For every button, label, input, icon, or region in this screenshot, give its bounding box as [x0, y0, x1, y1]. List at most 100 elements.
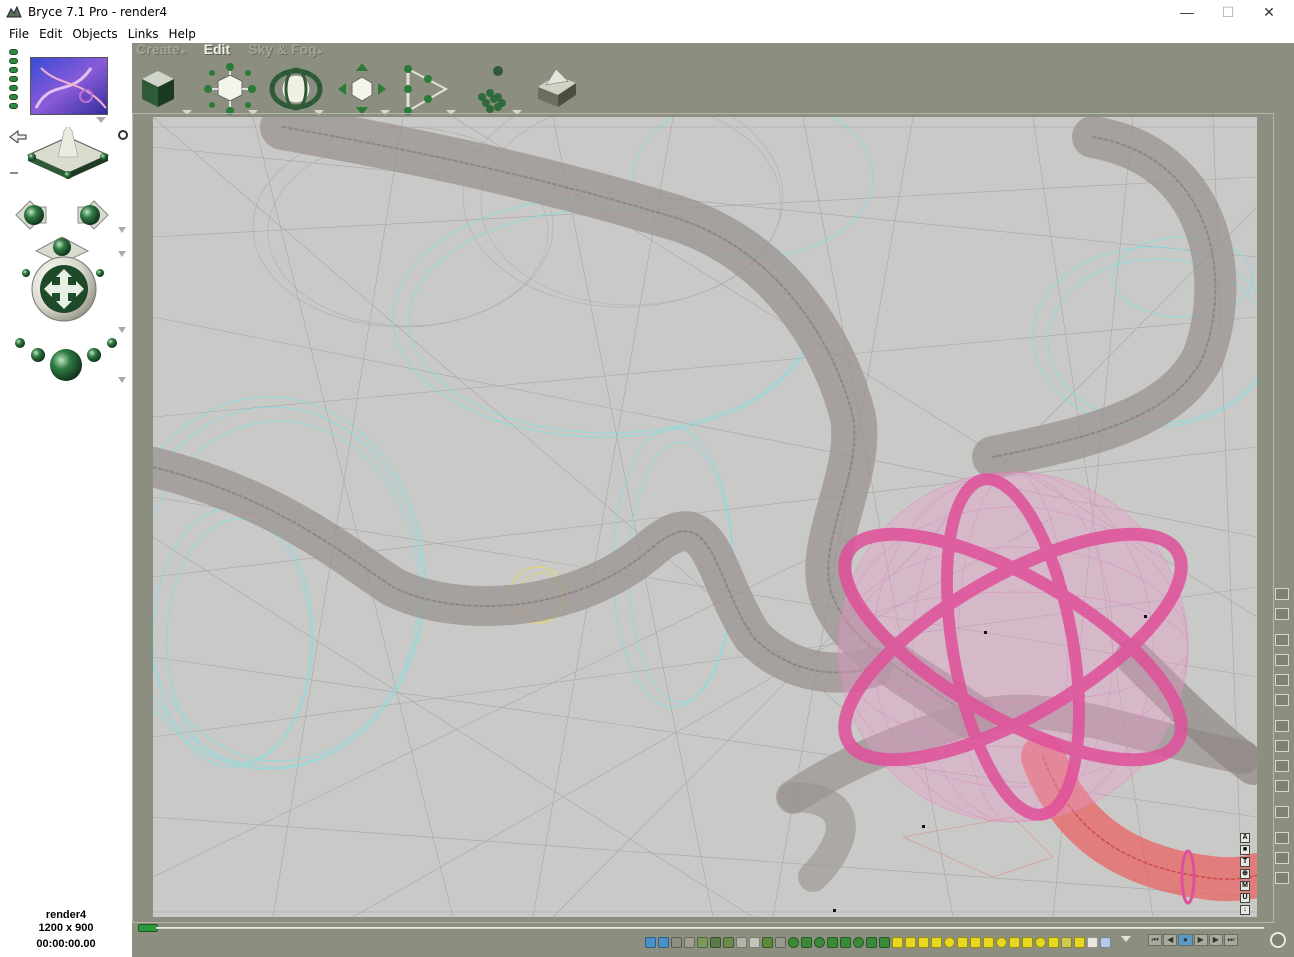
select-light-cylinder-icon[interactable] — [957, 936, 968, 948]
keyframe-icon[interactable]: ● — [1178, 934, 1193, 946]
display-box-icon[interactable] — [1275, 760, 1289, 772]
edit-toolbar — [136, 63, 588, 117]
menu-links[interactable]: Links — [123, 27, 164, 41]
display-solid-icon[interactable] — [1275, 740, 1289, 752]
view-mode-2-icon[interactable] — [1275, 654, 1289, 666]
undo-arrow-icon[interactable] — [8, 129, 28, 143]
close-button[interactable]: ✕ — [1246, 0, 1292, 24]
camera-cube-icon[interactable] — [1275, 806, 1289, 818]
reposition-transform-icon[interactable] — [334, 63, 390, 117]
select-light-parallel-icon[interactable] — [931, 936, 942, 948]
select-light-cone-icon[interactable] — [1009, 936, 1020, 948]
timecode: 00:00:00.00 — [36, 938, 96, 950]
view-indicator-lights[interactable] — [9, 49, 19, 112]
play-icon[interactable]: ▶ — [1193, 934, 1208, 946]
right-display-toolbar — [1273, 588, 1291, 892]
select-water-icon[interactable] — [658, 936, 669, 948]
minimize-button[interactable]: — — [1164, 0, 1210, 24]
select-light-disk-icon[interactable] — [996, 936, 1007, 948]
zoom-in-icon[interactable] — [1275, 832, 1289, 844]
align-icon[interactable] — [400, 63, 456, 117]
view-mode-4-icon[interactable] — [1275, 694, 1289, 706]
zoom-out-icon[interactable] — [1275, 852, 1289, 864]
tool-letter-t[interactable]: T — [1240, 857, 1250, 867]
select-cloud-icon[interactable] — [684, 936, 695, 948]
menu-file[interactable]: File — [4, 27, 34, 41]
select-path-icon[interactable] — [1087, 936, 1098, 948]
go-to-end-icon[interactable]: ⏭ — [1223, 934, 1239, 946]
select-sky-icon[interactable] — [645, 936, 656, 948]
timeline-track[interactable] — [156, 927, 1264, 929]
select-light-cube-icon[interactable] — [970, 936, 981, 948]
camera-controls[interactable] — [6, 127, 130, 437]
timeline-scrubber[interactable] — [138, 924, 158, 932]
material-editor-icon[interactable] — [136, 63, 192, 117]
randomize-icon[interactable] — [466, 63, 522, 117]
tool-letter-u[interactable]: U — [1240, 893, 1250, 903]
select-mesh-icon[interactable] — [762, 936, 773, 948]
select-plane-icon[interactable] — [736, 936, 747, 948]
select-box-icon[interactable] — [749, 936, 760, 948]
previous-keyframe-icon[interactable]: ◀ — [1163, 934, 1178, 946]
next-keyframe-icon[interactable]: ▶ — [1208, 934, 1223, 946]
select-pyramid-icon[interactable] — [866, 936, 877, 948]
rotate-transform-icon[interactable] — [268, 63, 324, 117]
animation-timeline[interactable] — [136, 923, 1264, 933]
select-light-torus-icon[interactable] — [1035, 936, 1046, 948]
menu-objects[interactable]: Objects — [67, 27, 122, 41]
pencil-icon[interactable] — [1275, 588, 1289, 600]
select-torus-icon[interactable] — [814, 936, 825, 948]
preview-dropdown-icon[interactable] — [96, 117, 106, 123]
view-mode-3-icon[interactable] — [1275, 674, 1289, 686]
tool-letter-target[interactable]: ⊕ — [1240, 869, 1250, 879]
wireframe-viewport[interactable] — [153, 117, 1257, 917]
bryce-app-icon — [6, 5, 22, 18]
tab-create[interactable]: Create ▸ — [136, 41, 186, 59]
pan-hand-icon[interactable] — [1275, 872, 1289, 884]
select-cube-icon[interactable] — [801, 936, 812, 948]
tool-letter-material[interactable]: ■ — [1240, 845, 1250, 855]
selection-dropdown-icon[interactable] — [1121, 936, 1131, 942]
select-rock-icon[interactable] — [710, 936, 721, 948]
select-light-pyramid-icon[interactable] — [1022, 936, 1033, 948]
select-light-square-icon[interactable] — [918, 936, 929, 948]
tab-edit[interactable]: Edit — [204, 41, 230, 59]
select-camera-icon[interactable] — [1061, 936, 1072, 948]
select-light-tube-icon[interactable] — [983, 936, 994, 948]
maximize-button[interactable]: ☐ — [1205, 0, 1251, 24]
select-ground-icon[interactable] — [671, 936, 682, 948]
eraser-icon[interactable] — [1275, 608, 1289, 620]
select-terrain-icon[interactable] — [697, 936, 708, 948]
object-attribute-tools: A ■ T ⊕ M U ↓ — [1240, 833, 1252, 917]
select-light-spot-icon[interactable] — [905, 936, 916, 948]
menu-edit[interactable]: Edit — [34, 27, 67, 41]
title-bar: Bryce 7.1 Pro - render4 — ☐ ✕ — [0, 0, 1294, 24]
tool-letter-down[interactable]: ↓ — [1240, 905, 1250, 915]
select-tree-icon[interactable] — [723, 936, 734, 948]
tool-letter-a[interactable]: A — [1240, 833, 1250, 843]
resize-transform-icon[interactable] — [202, 63, 258, 117]
select-disk-icon[interactable] — [853, 936, 864, 948]
go-to-start-icon[interactable]: ⏮ — [1148, 934, 1163, 946]
select-light-radial-icon[interactable] — [892, 936, 903, 948]
app-workspace: render4 1200 x 900 00:00:00.00 Create ▸ E… — [0, 41, 1294, 957]
select-sphere-icon[interactable] — [788, 936, 799, 948]
select-group-icon[interactable] — [775, 936, 786, 948]
select-target-icon[interactable] — [1074, 936, 1085, 948]
display-lines-icon[interactable] — [1275, 720, 1289, 732]
select-light-plane-icon[interactable] — [1048, 936, 1059, 948]
tool-letter-m[interactable]: M — [1240, 881, 1250, 891]
select-square-icon[interactable] — [879, 936, 890, 948]
select-cylinder-icon[interactable] — [827, 936, 838, 948]
menu-help[interactable]: Help — [164, 27, 201, 41]
camera-target-icon[interactable] — [117, 129, 129, 141]
select-all-icon[interactable] — [1100, 936, 1111, 948]
tab-sky-fog[interactable]: Sky & Fog ▸ — [248, 41, 322, 59]
terrain-editor-icon[interactable] — [532, 63, 588, 117]
select-cone-icon[interactable] — [840, 936, 851, 948]
nano-preview-thumbnail[interactable] — [30, 57, 108, 115]
view-mode-1-icon[interactable] — [1275, 634, 1289, 646]
globe-icon[interactable] — [1270, 932, 1286, 948]
display-depth-icon[interactable] — [1275, 780, 1289, 792]
select-light-sphere-icon[interactable] — [944, 936, 955, 948]
